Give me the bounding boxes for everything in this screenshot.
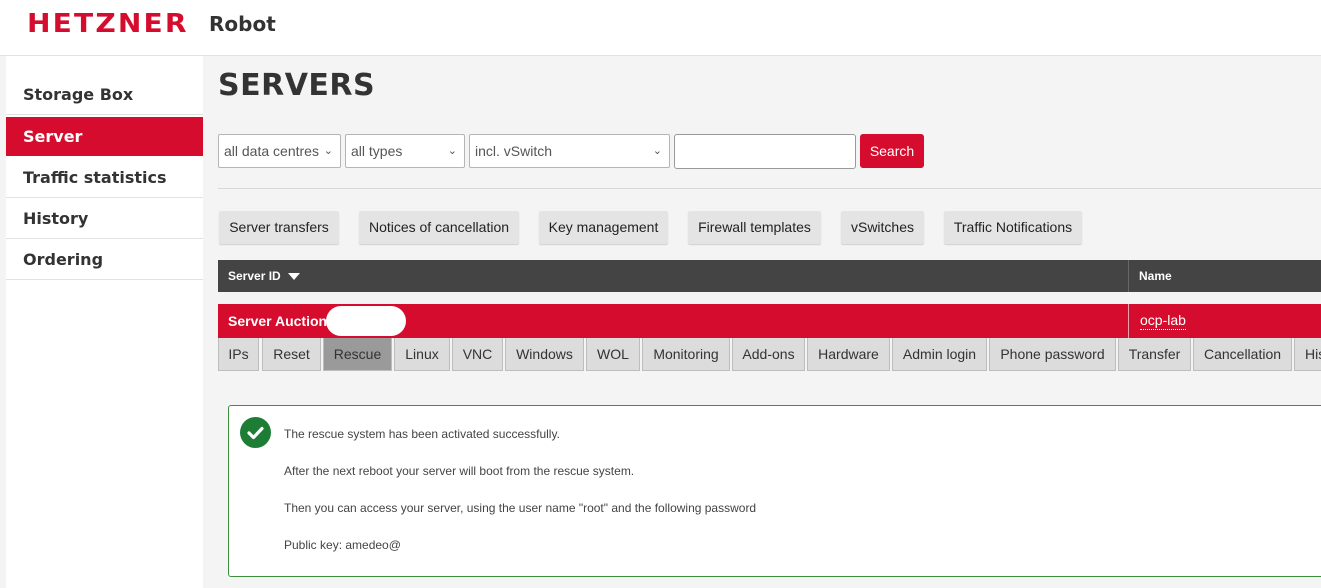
page-title: SERVERS [218,68,376,103]
tab-hardware[interactable]: Hardware [807,338,890,371]
server-id-cell[interactable]: Server Auction [228,304,327,338]
server-id-header-label: Server ID [228,269,281,283]
chevron-down-icon: ⌄ [323,145,333,157]
key-management-button[interactable]: Key management [539,211,668,244]
column-header-server-id[interactable]: Server ID [228,260,301,292]
server-transfers-button[interactable]: Server transfers [219,211,339,244]
logo-text: HETZNER [27,9,189,39]
column-header-name[interactable]: Name [1139,260,1172,292]
sort-down-icon [288,273,301,281]
check-circle-icon [240,417,271,448]
tab-monitoring[interactable]: Monitoring [642,338,730,371]
search-input[interactable] [674,134,856,169]
alert-line-3: Then you can access your server, using t… [284,501,757,515]
server-name-cell[interactable]: ocp-lab [1140,311,1186,330]
chevron-down-icon: ⌄ [447,145,457,157]
data-centre-value: all data centres [224,143,319,159]
tab-phone-password[interactable]: Phone password [989,338,1116,371]
firewall-templates-button[interactable]: Firewall templates [688,211,821,244]
tab-admin-login[interactable]: Admin login [892,338,987,371]
type-value: all types [351,143,403,159]
row-divider [1128,304,1129,338]
data-centre-select[interactable]: all data centres ⌄ [218,134,341,168]
traffic-notifications-button[interactable]: Traffic Notifications [944,211,1082,244]
type-select[interactable]: all types ⌄ [345,134,465,168]
sidebar: Storage Box Server Traffic statistics Hi… [6,56,203,588]
tab-history[interactable]: His [1294,338,1321,371]
search-button[interactable]: Search [860,134,924,168]
chevron-down-icon: ⌄ [652,145,662,157]
sidebar-item-ordering[interactable]: Ordering [6,240,203,280]
tab-add-ons[interactable]: Add-ons [732,338,805,371]
table-row[interactable]: Server Auction ocp-lab [218,304,1321,338]
alert-line-2: After the next reboot your server will b… [284,464,635,478]
redacted-server-number [326,306,406,336]
hetzner-logo[interactable]: HETZNER [27,9,186,39]
tab-ips[interactable]: IPs [218,338,259,371]
public-key-label: Public key: amedeo@ [284,538,401,552]
divider [218,188,1321,189]
vswitches-button[interactable]: vSwitches [841,211,924,244]
vswitch-value: incl. vSwitch [475,143,553,159]
tab-reset[interactable]: Reset [262,338,321,371]
tab-windows[interactable]: Windows [505,338,584,371]
sidebar-item-storage-box[interactable]: Storage Box [6,75,203,115]
server-tabs: IPs Reset Rescue Linux VNC Windows WOL M… [218,338,1321,372]
sidebar-item-history[interactable]: History [6,199,203,239]
tab-rescue[interactable]: Rescue [323,338,392,371]
tab-linux[interactable]: Linux [394,338,450,371]
tab-wol[interactable]: WOL [586,338,640,371]
column-divider [1128,260,1129,292]
sidebar-item-server[interactable]: Server [6,117,203,156]
sidebar-item-traffic-statistics[interactable]: Traffic statistics [6,158,203,198]
tab-vnc[interactable]: VNC [452,338,503,371]
table-header: Server ID Name [218,260,1321,292]
app-name: Robot [209,12,276,36]
alert-line-1: The rescue system has been activated suc… [284,427,560,441]
notices-of-cancellation-button[interactable]: Notices of cancellation [359,211,519,244]
top-bar: HETZNER Robot [0,0,1321,56]
tab-transfer[interactable]: Transfer [1118,338,1191,371]
success-alert: The rescue system has been activated suc… [228,405,1321,577]
vswitch-select[interactable]: incl. vSwitch ⌄ [469,134,670,168]
alert-line-4: Public key: amedeo@ [284,538,401,552]
tab-cancellation[interactable]: Cancellation [1193,338,1292,371]
